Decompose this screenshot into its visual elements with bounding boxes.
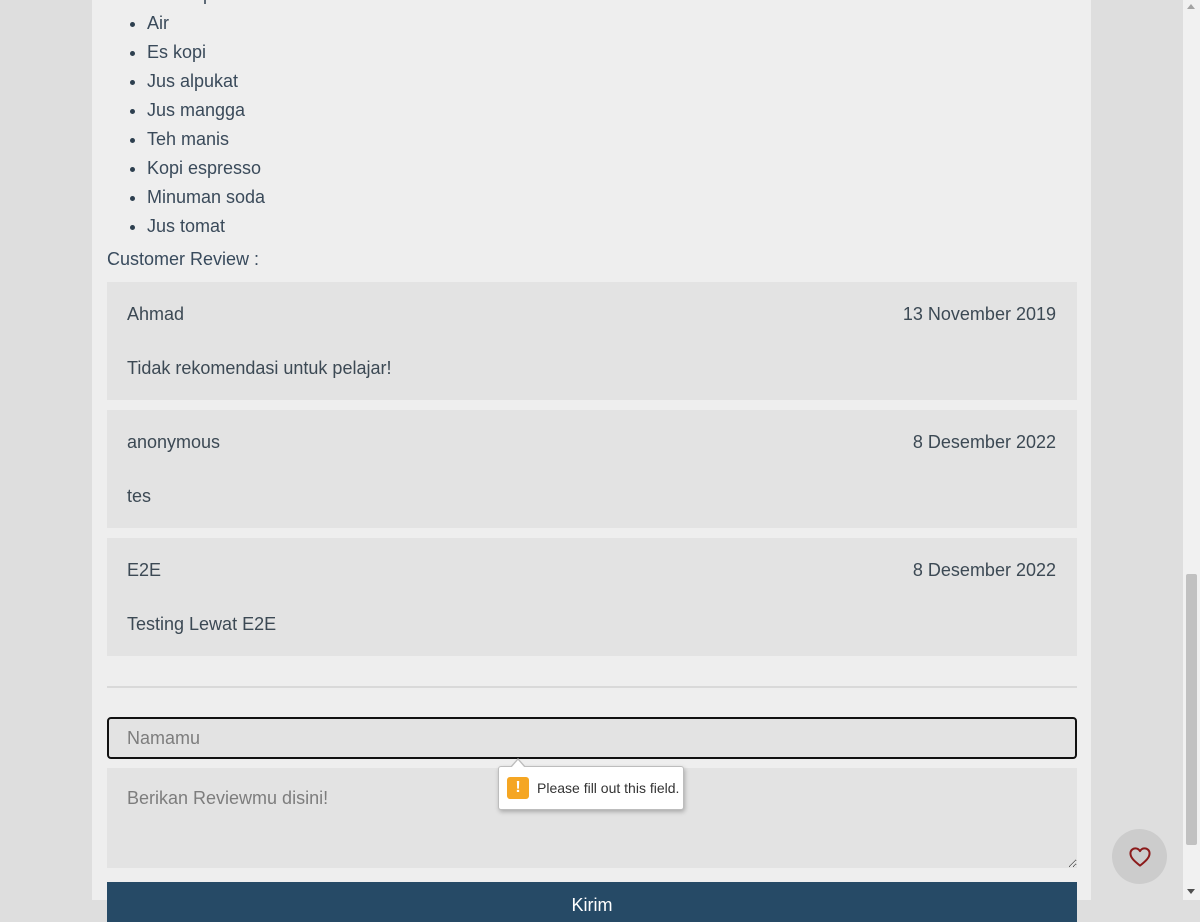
review-card: anonymous 8 Desember 2022 tes [107,410,1077,528]
name-input[interactable] [107,717,1077,759]
reviewer-name: anonymous [127,432,221,452]
scrollbar[interactable] [1183,0,1200,900]
scroll-thumb[interactable] [1186,574,1197,845]
list-item: Coklat panas [147,0,265,9]
heart-icon [1128,846,1151,867]
divider [107,686,1077,688]
favorite-button[interactable] [1112,829,1167,884]
list-item: Jus mangga [147,96,265,125]
reviewer-name: E2E [127,560,162,580]
list-item: Minuman soda [147,183,265,212]
restaurant-detail-page: Coklat panas Air Es kopi Jus alpukat Jus… [92,0,1091,922]
scroll-up-arrow-icon[interactable] [1187,4,1195,9]
list-item: Teh manis [147,125,265,154]
review-text: Testing Lewat E2E [127,614,277,634]
warning-icon: ! [507,777,529,799]
review-card: E2E 8 Desember 2022 Testing Lewat E2E [107,538,1077,656]
review-text: Tidak rekomendasi untuk pelajar! [127,358,392,378]
reviewer-name: Ahmad [127,304,185,324]
scroll-down-arrow-icon[interactable] [1187,889,1195,894]
list-item: Air [147,9,265,38]
list-item: Kopi espresso [147,154,265,183]
review-date: 13 November 2019 [902,304,1056,324]
drink-menu-list: Coklat panas Air Es kopi Jus alpukat Jus… [107,0,265,241]
review-text: tes [127,486,152,506]
review-heading: Customer Review : [107,249,260,269]
submit-button[interactable]: Kirim [107,882,1077,922]
tooltip-text: Please fill out this field. [537,780,680,796]
review-date: 8 Desember 2022 [912,432,1056,452]
review-card: Ahmad 13 November 2019 Tidak rekomendasi… [107,282,1077,400]
list-item: Jus tomat [147,212,265,241]
list-item: Es kopi [147,38,265,67]
validation-tooltip: ! Please fill out this field. [498,758,684,810]
review-date: 8 Desember 2022 [912,560,1056,580]
list-item: Jus alpukat [147,67,265,96]
